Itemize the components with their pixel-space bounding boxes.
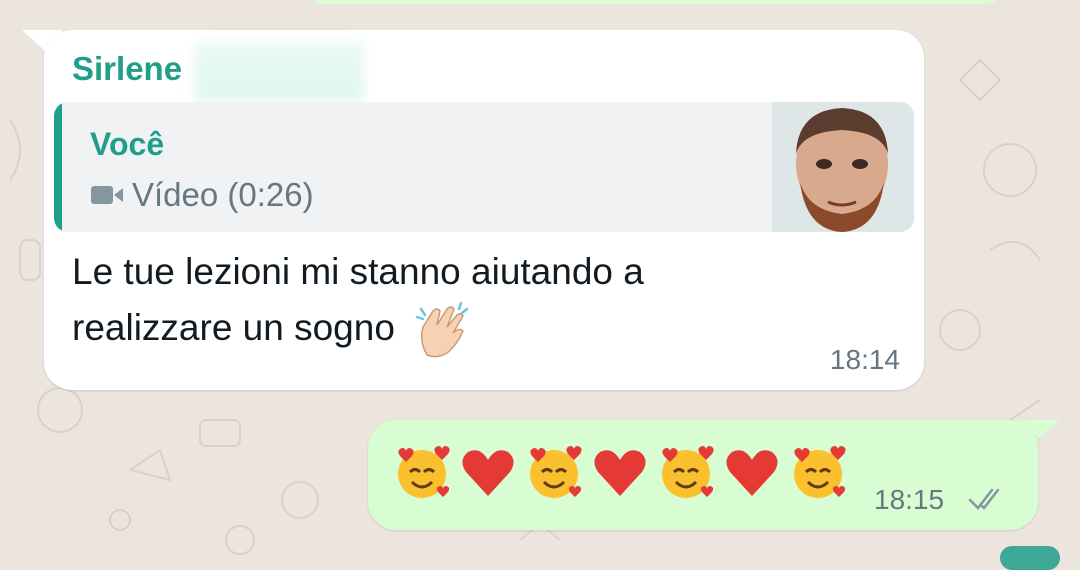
smiling-face-with-hearts-icon — [398, 446, 450, 498]
sender-name[interactable]: Sirlene — [72, 50, 182, 88]
quoted-reply[interactable]: Você Vídeo (0:26) — [54, 102, 914, 232]
message-text: Le tue lezioni mi stanno aiutando a real… — [72, 244, 832, 359]
emoji-row — [392, 442, 848, 502]
read-receipt-icon — [968, 488, 1000, 510]
smiling-face-with-hearts-icon — [530, 446, 582, 498]
quote-author: Você — [90, 126, 165, 162]
quote-accent-bar — [54, 102, 62, 232]
video-camera-icon — [91, 186, 123, 204]
quote-media-label: Vídeo (0:26) — [132, 176, 314, 213]
incoming-message-bubble[interactable]: Sirlene Você Vídeo (0:26) Le tue lezioni… — [44, 30, 924, 390]
red-heart-icon — [594, 450, 646, 496]
red-heart-icon — [462, 450, 514, 496]
quote-media-row: Vídeo (0:26) — [90, 176, 314, 214]
redacted-surname — [194, 42, 364, 102]
red-heart-icon — [726, 450, 778, 496]
smiling-face-with-hearts-icon — [662, 446, 714, 498]
previous-message-edge — [310, 0, 1000, 4]
video-thumbnail[interactable] — [772, 102, 914, 232]
outgoing-message-bubble[interactable]: 18:15 — [368, 420, 1038, 530]
message-line-2: realizzare un sogno — [72, 307, 395, 348]
message-time: 18:15 — [874, 484, 945, 515]
clapping-hands-icon — [415, 301, 469, 358]
message-time: 18:14 — [829, 344, 900, 375]
message-line-1: Le tue lezioni mi stanno aiutando a — [72, 251, 644, 292]
next-element-edge — [1000, 546, 1060, 570]
smiling-face-with-hearts-icon — [794, 446, 846, 498]
